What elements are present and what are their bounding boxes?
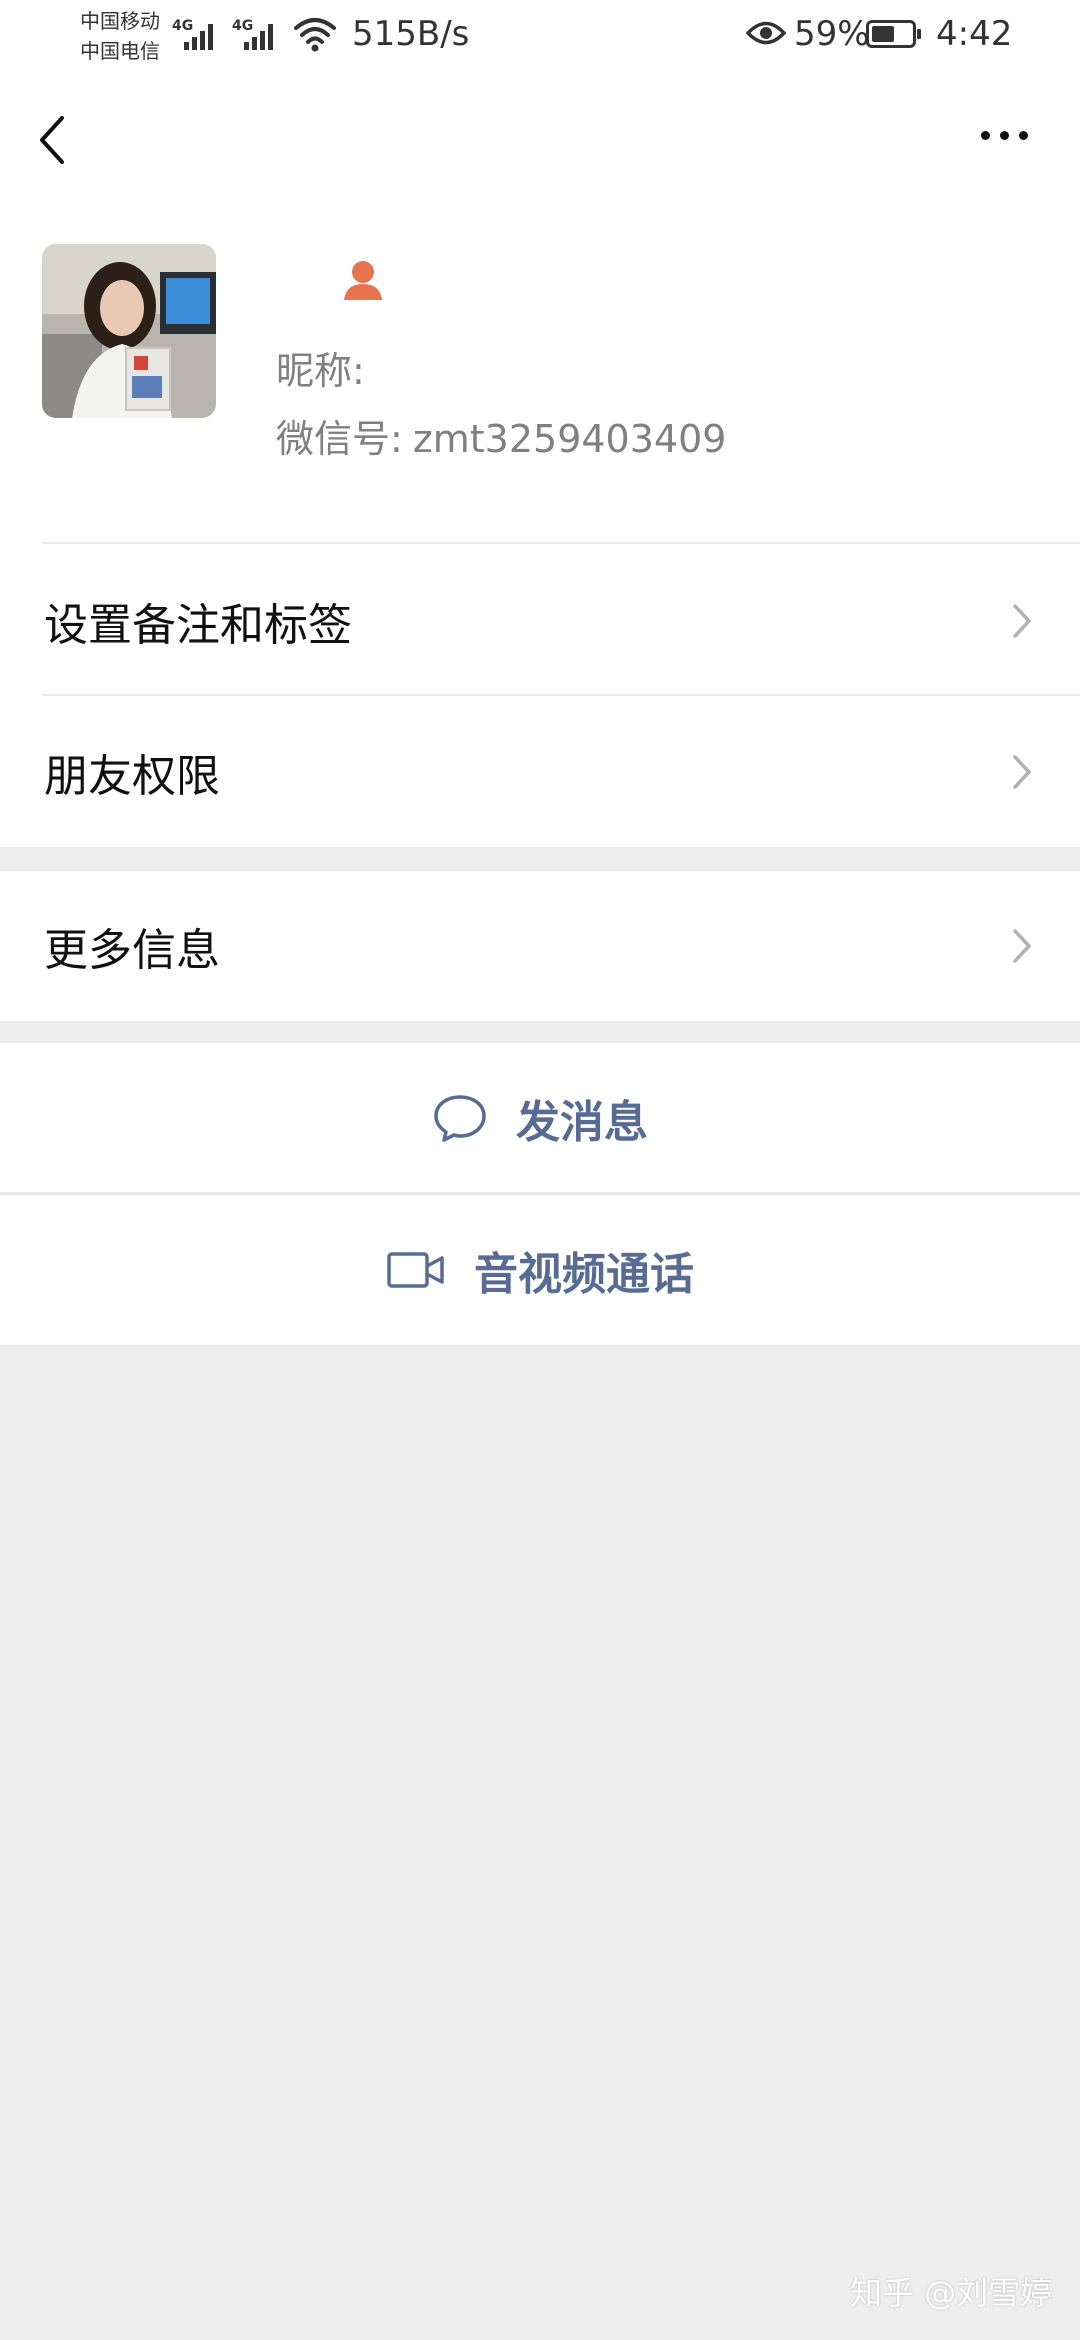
video-call-button[interactable]: 音视频通话 bbox=[0, 1195, 1080, 1345]
carrier-names: 中国移动 中国电信 bbox=[80, 6, 160, 66]
send-message-label: 发消息 bbox=[516, 1097, 648, 1148]
more-options-button[interactable] bbox=[970, 115, 1040, 155]
chevron-right-icon bbox=[1013, 755, 1031, 789]
female-icon bbox=[344, 261, 382, 300]
friend-permissions-row[interactable]: 朋友权限 bbox=[0, 697, 1080, 847]
eye-icon bbox=[746, 21, 786, 45]
divider bbox=[42, 694, 1080, 696]
more-info-row[interactable]: 更多信息 bbox=[0, 871, 1080, 1021]
avatar[interactable] bbox=[42, 244, 216, 418]
battery-icon bbox=[866, 20, 921, 48]
clock: 4:42 bbox=[936, 14, 1013, 54]
carrier-1: 中国移动 bbox=[80, 9, 160, 33]
wechat-id-value: zmt3259403409 bbox=[412, 417, 727, 461]
avatar-photo bbox=[42, 244, 216, 418]
chat-bubble-icon bbox=[434, 1095, 486, 1142]
watermark: 知乎 @刘雪婷 bbox=[850, 2274, 1053, 2312]
remark-tags-label: 设置备注和标签 bbox=[44, 600, 352, 651]
section-gap bbox=[0, 1021, 1080, 1043]
chevron-right-icon bbox=[1013, 929, 1031, 963]
wechat-id: 微信号: zmt3259403409 bbox=[276, 408, 726, 463]
remark-tags-row[interactable]: 设置备注和标签 bbox=[0, 546, 1080, 696]
chevron-left-icon bbox=[40, 116, 64, 164]
status-bar: 中国移动 中国电信 4G 4G 515B/s 59% 4:42 bbox=[0, 0, 1080, 72]
divider bbox=[0, 1192, 1080, 1194]
section-gap bbox=[0, 847, 1080, 871]
send-message-button[interactable]: 发消息 bbox=[0, 1043, 1080, 1193]
net-speed: 515B/s bbox=[352, 14, 470, 54]
wechat-id-label: 微信号: bbox=[276, 417, 403, 461]
friend-permissions-label: 朋友权限 bbox=[44, 751, 220, 802]
carrier-2: 中国电信 bbox=[80, 39, 160, 63]
video-camera-icon bbox=[387, 1252, 444, 1288]
back-button[interactable] bbox=[34, 110, 74, 170]
nickname-label: 昵称: bbox=[276, 349, 365, 393]
battery-percent: 59% bbox=[794, 14, 870, 54]
wifi-icon bbox=[294, 18, 336, 52]
more-info-label: 更多信息 bbox=[44, 925, 220, 976]
chevron-right-icon bbox=[1013, 604, 1031, 638]
video-call-label: 音视频通话 bbox=[474, 1249, 694, 1300]
divider bbox=[42, 542, 1080, 544]
